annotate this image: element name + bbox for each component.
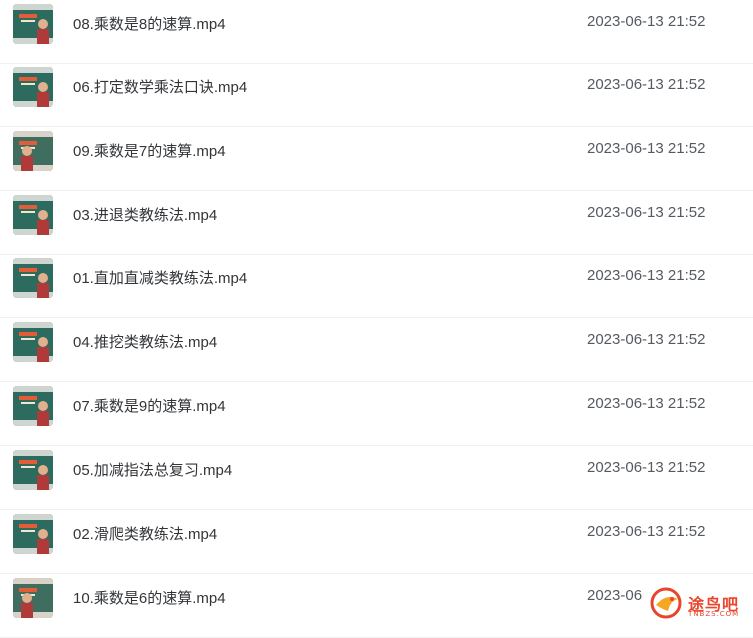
modified-time: 2023-06-13 21:52 (587, 140, 706, 157)
modified-time: 2023-06-13 21:52 (587, 331, 706, 348)
file-name[interactable]: 09.乘数是7的速算.mp4 (73, 140, 226, 161)
video-thumbnail[interactable] (13, 578, 53, 618)
video-thumbnail[interactable] (13, 450, 53, 490)
video-thumbnail[interactable] (13, 322, 53, 362)
modified-time: 2023-06-13 21:52 (587, 523, 706, 540)
file-row[interactable]: 01.直加直减类教练法.mp4 2023-06-13 21:52 (0, 254, 753, 318)
file-name[interactable]: 10.乘数是6的速算.mp4 (73, 587, 226, 608)
file-row[interactable]: 03.进退类教练法.mp4 2023-06-13 21:52 (0, 191, 753, 255)
video-thumbnail[interactable] (13, 4, 53, 44)
modified-time: 2023-06 (587, 587, 643, 604)
video-thumbnail[interactable] (13, 67, 53, 107)
file-name[interactable]: 03.进退类教练法.mp4 (73, 204, 217, 225)
file-name[interactable]: 02.滑爬类教练法.mp4 (73, 523, 217, 544)
file-name[interactable]: 01.直加直减类教练法.mp4 (73, 267, 247, 288)
modified-time: 2023-06-13 21:52 (587, 13, 706, 30)
file-row[interactable]: 08.乘数是8的速算.mp4 2023-06-13 21:52 (0, 0, 753, 64)
file-row[interactable]: 05.加减指法总复习.mp4 2023-06-13 21:52 (0, 446, 753, 510)
file-row[interactable]: 06.打定数学乘法口诀.mp4 2023-06-13 21:52 (0, 63, 753, 127)
video-thumbnail[interactable] (13, 258, 53, 298)
watermark-subtext: TNBZS.COM (688, 610, 740, 618)
modified-time: 2023-06-13 21:52 (587, 459, 706, 476)
modified-time: 2023-06-13 21:52 (587, 76, 706, 93)
video-thumbnail[interactable] (13, 131, 53, 171)
file-row[interactable]: 10.乘数是6的速算.mp4 2023-06 (0, 574, 753, 638)
file-row[interactable]: 02.滑爬类教练法.mp4 2023-06-13 21:52 (0, 510, 753, 574)
file-name[interactable]: 05.加减指法总复习.mp4 (73, 459, 232, 480)
file-name[interactable]: 07.乘数是9的速算.mp4 (73, 395, 226, 416)
video-thumbnail[interactable] (13, 386, 53, 426)
file-name[interactable]: 06.打定数学乘法口诀.mp4 (73, 76, 247, 97)
file-row[interactable]: 04.推挖类教练法.mp4 2023-06-13 21:52 (0, 318, 753, 382)
video-thumbnail[interactable] (13, 514, 53, 554)
file-name[interactable]: 04.推挖类教练法.mp4 (73, 331, 217, 352)
watermark: 途鸟吧 TNBZS.COM (648, 585, 748, 621)
modified-time: 2023-06-13 21:52 (587, 267, 706, 284)
file-row[interactable]: 09.乘数是7的速算.mp4 2023-06-13 21:52 (0, 127, 753, 191)
bird-logo-icon (650, 587, 682, 619)
modified-time: 2023-06-13 21:52 (587, 204, 706, 221)
modified-time: 2023-06-13 21:52 (587, 395, 706, 412)
file-list: 08.乘数是8的速算.mp4 2023-06-13 21:52 06.打定数学乘法口… (0, 0, 753, 638)
file-row[interactable]: 07.乘数是9的速算.mp4 2023-06-13 21:52 (0, 382, 753, 446)
file-name[interactable]: 08.乘数是8的速算.mp4 (73, 13, 226, 34)
video-thumbnail[interactable] (13, 195, 53, 235)
